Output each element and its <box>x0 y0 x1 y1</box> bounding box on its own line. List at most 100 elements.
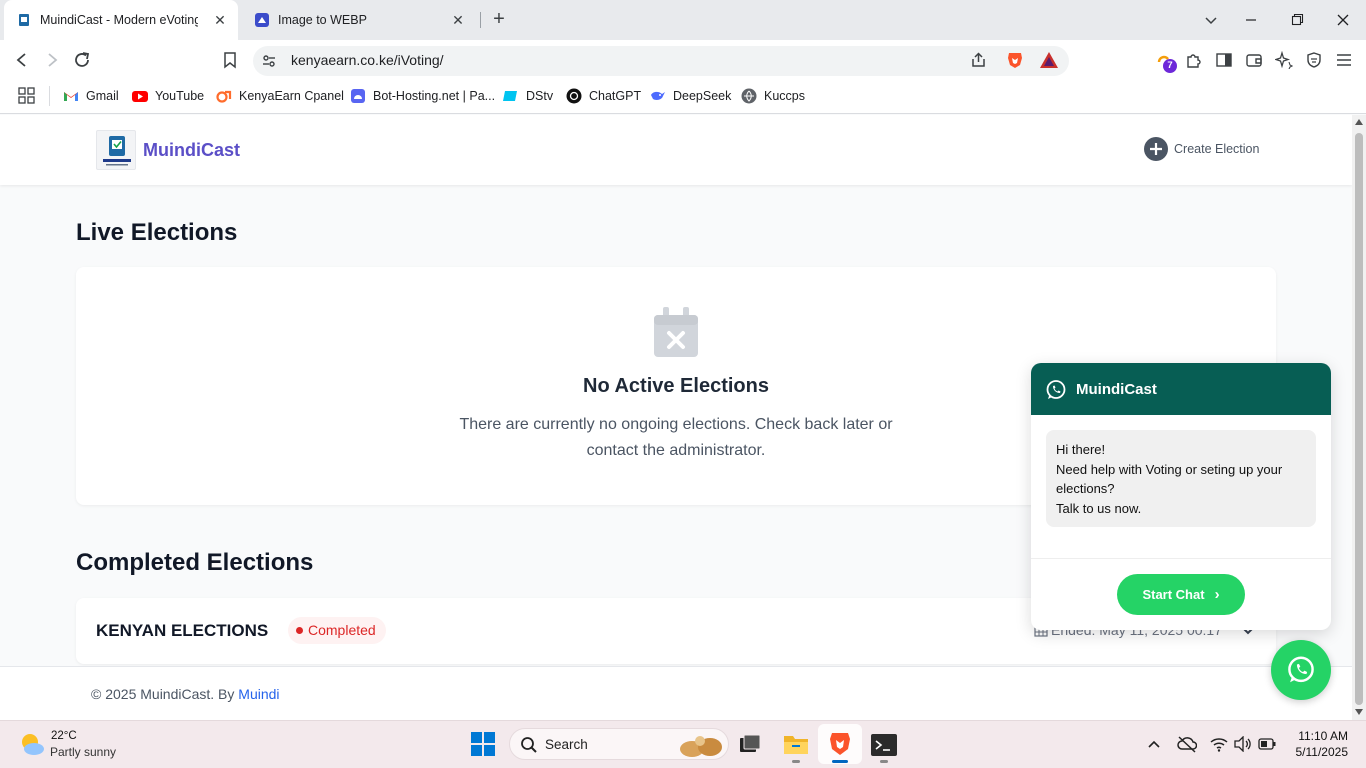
extensions-puzzle-icon[interactable] <box>1185 51 1203 69</box>
minimize-icon[interactable] <box>1243 12 1259 28</box>
deepseek-icon <box>650 88 666 104</box>
tab-muindicast[interactable]: MuindiCast - Modern eVoting Pl ✕ <box>4 0 238 40</box>
share-icon[interactable] <box>970 51 988 69</box>
terminal-indicator <box>880 760 888 763</box>
status-dot-icon <box>296 627 303 634</box>
dstv-icon <box>503 88 519 104</box>
chevron-right-icon: › <box>1214 586 1220 603</box>
tab-title: Image to WEBP <box>278 13 367 27</box>
kuccps-icon <box>741 88 757 104</box>
back-icon[interactable] <box>13 51 31 69</box>
footer-copyright: © 2025 MuindiCast. By <box>91 686 235 702</box>
leo-ai-icon[interactable] <box>1275 51 1293 69</box>
bookmark-youtube[interactable]: YouTube <box>132 86 204 106</box>
scrollbar-thumb[interactable] <box>1355 133 1363 705</box>
calendar-x-icon <box>654 307 698 357</box>
show-hidden-icons-chevron-icon[interactable] <box>1147 737 1161 751</box>
browser-menu-icon[interactable] <box>1335 51 1353 69</box>
election-name: KENYAN ELECTIONS <box>96 621 269 640</box>
forward-icon[interactable] <box>43 51 61 69</box>
footer-author-link[interactable]: Muindi <box>238 686 279 702</box>
wifi-icon[interactable] <box>1210 736 1228 752</box>
start-chat-label: Start Chat <box>1142 587 1205 602</box>
vpn-shield-icon[interactable] <box>1305 51 1323 69</box>
chat-message-line: Need help with Voting or seting up your … <box>1056 461 1283 497</box>
live-elections-heading: Live Elections <box>76 219 238 246</box>
completed-status-badge: Completed <box>288 617 386 644</box>
chat-header: MuindiCast <box>1031 363 1331 415</box>
status-badge-text: Completed <box>308 622 376 638</box>
browser-tab-bar: MuindiCast - Modern eVoting Pl ✕ Image t… <box>0 0 1366 40</box>
clock-time[interactable]: 11:10 AM <box>1282 729 1348 743</box>
bookmark-gmail[interactable]: Gmail <box>63 86 119 106</box>
tab-image-to-webp[interactable]: Image to WEBP ✕ <box>242 0 476 40</box>
bookmark-bot-hosting[interactable]: Bot-Hosting.net | Pa... <box>350 86 495 106</box>
bookmark-kuccps[interactable]: Kuccps <box>741 86 805 106</box>
brave-browser-icon[interactable] <box>828 731 852 757</box>
bookmark-page-icon[interactable] <box>221 51 239 69</box>
bookmark-chatgpt[interactable]: ChatGPT <box>566 86 641 106</box>
search-icon <box>520 736 538 754</box>
create-election-label: Create Election <box>1174 142 1260 156</box>
tab-title: MuindiCast - Modern eVoting Pl <box>40 13 198 27</box>
battery-icon[interactable] <box>1258 737 1276 751</box>
search-highlight-icon <box>678 732 724 758</box>
chat-message-line: Talk to us now. <box>1056 500 1142 516</box>
scroll-up-icon[interactable] <box>1355 119 1363 125</box>
search-placeholder: Search <box>545 737 588 752</box>
page-scrollbar[interactable] <box>1352 115 1366 720</box>
new-tab-button[interactable]: + <box>488 8 510 30</box>
brave-active-indicator <box>832 760 848 763</box>
weather-sun-icon[interactable] <box>18 731 46 757</box>
wallet-icon[interactable] <box>1245 51 1263 69</box>
whatsapp-float-button[interactable] <box>1271 640 1331 700</box>
brave-rewards-icon[interactable] <box>1039 51 1059 69</box>
create-election-button[interactable]: Create Election <box>1144 137 1259 161</box>
site-brand-name[interactable]: MuindiCast <box>143 140 240 161</box>
taskbar-search-box[interactable]: Search <box>509 728 729 760</box>
volume-icon[interactable] <box>1234 736 1252 752</box>
clock-date[interactable]: 5/11/2025 <box>1282 745 1349 759</box>
terminal-icon[interactable] <box>871 734 897 756</box>
task-view-icon[interactable] <box>739 734 761 754</box>
whatsapp-icon <box>1286 655 1316 685</box>
apps-grid-icon[interactable] <box>18 87 35 104</box>
brave-shields-icon[interactable] <box>1005 50 1025 70</box>
close-tab-icon[interactable]: ✕ <box>212 12 228 28</box>
gmail-icon <box>63 88 79 104</box>
bot-hosting-icon <box>350 88 366 104</box>
file-explorer-indicator <box>792 760 800 763</box>
whatsapp-icon <box>1045 379 1067 401</box>
bookmark-dstv[interactable]: DStv <box>503 86 553 106</box>
scroll-down-icon[interactable] <box>1355 709 1363 715</box>
cpanel-icon <box>216 88 232 104</box>
close-window-icon[interactable] <box>1335 12 1351 28</box>
url-text[interactable]: kenyaearn.co.ke/iVoting/ <box>291 52 444 68</box>
onedrive-offline-icon[interactable] <box>1177 735 1197 753</box>
windows-start-icon[interactable] <box>471 732 495 756</box>
weather-temperature[interactable]: 22°C <box>51 730 77 742</box>
muindicast-favicon-icon <box>16 12 32 28</box>
chat-divider <box>1031 558 1331 559</box>
tab-divider <box>480 12 481 28</box>
reload-icon[interactable] <box>73 51 91 69</box>
bookmark-divider <box>49 86 50 106</box>
plus-circle-icon <box>1144 137 1168 161</box>
maximize-icon[interactable] <box>1289 12 1305 28</box>
file-explorer-icon[interactable] <box>783 732 809 756</box>
sidebar-toggle-icon[interactable] <box>1215 51 1233 69</box>
bookmark-deepseek[interactable]: DeepSeek <box>650 86 731 106</box>
chatgpt-icon <box>566 88 582 104</box>
chat-title: MuindiCast <box>1076 381 1157 398</box>
close-tab-icon[interactable]: ✕ <box>450 12 466 28</box>
youtube-icon <box>132 88 148 104</box>
muindicast-logo[interactable] <box>96 130 136 170</box>
weather-description[interactable]: Partly sunny <box>50 745 116 759</box>
start-chat-button[interactable]: Start Chat › <box>1117 574 1245 615</box>
chat-widget: MuindiCast Hi there! Need help with Voti… <box>1031 363 1331 630</box>
webp-favicon-icon <box>254 12 270 28</box>
site-info-icon[interactable] <box>261 53 277 69</box>
site-footer: © 2025 MuindiCast. By Muindi <box>0 666 1352 720</box>
tab-search-chevron-icon[interactable] <box>1203 12 1219 28</box>
bookmark-kenyaearn-cpanel[interactable]: KenyaEarn Cpanel <box>216 86 344 106</box>
